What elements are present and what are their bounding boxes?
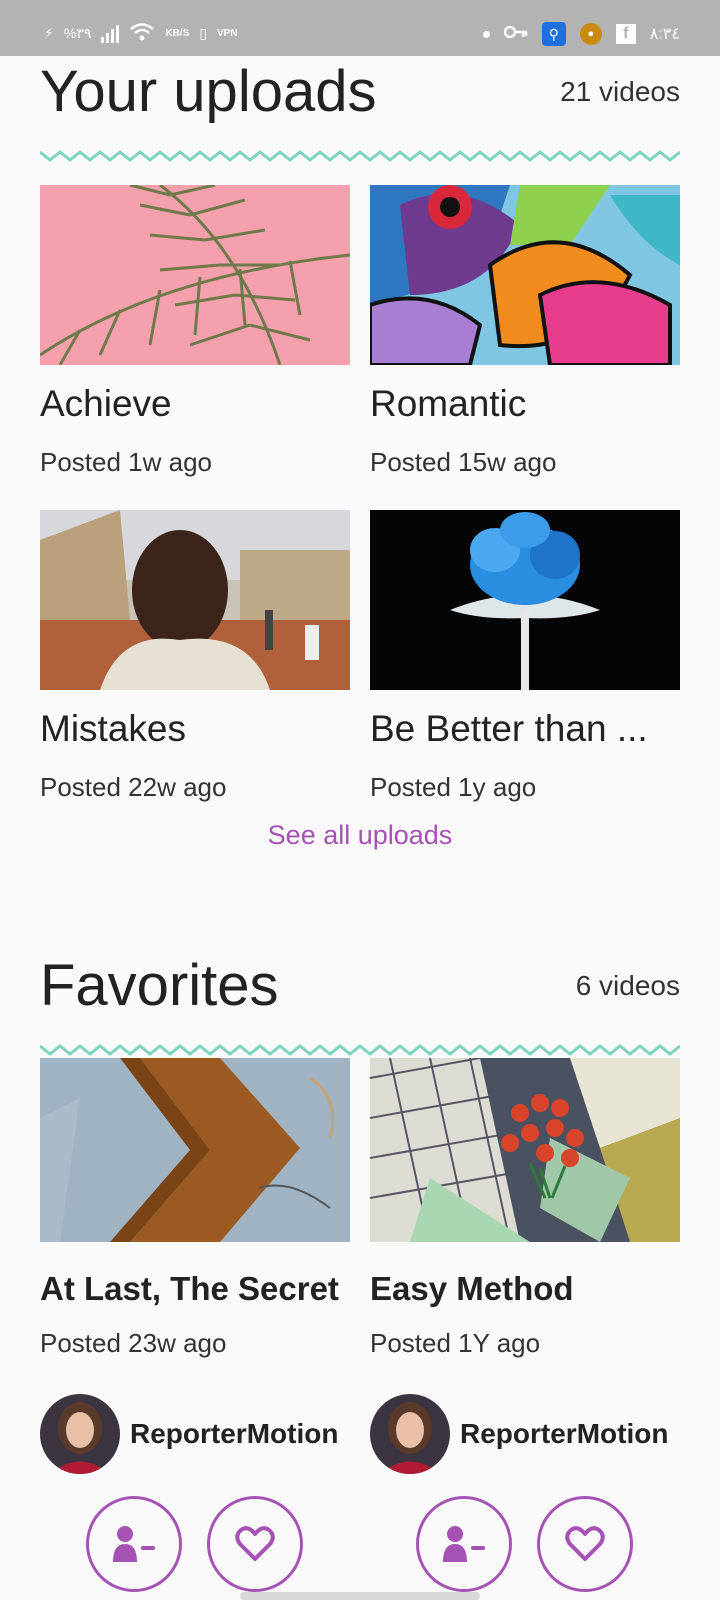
video-thumbnail[interactable]: [40, 185, 350, 365]
video-thumbnail[interactable]: [370, 1058, 680, 1242]
favorites-zigzag-divider: [40, 1044, 680, 1056]
author-name[interactable]: ReporterMotion: [130, 1418, 338, 1450]
see-all-uploads-link[interactable]: See all uploads: [0, 820, 720, 851]
notification-dot-icon: [482, 30, 490, 38]
speed-unit: KB/S: [165, 28, 190, 39]
favorite-button[interactable]: [207, 1496, 303, 1592]
status-left: ⚡ %٣٩ KB/S ▯ VPN: [44, 22, 238, 45]
unfollow-icon: [113, 1526, 155, 1562]
video-thumbnail[interactable]: [40, 510, 350, 690]
unfollow-icon: [443, 1526, 485, 1562]
vibrate-icon: ▯: [199, 25, 207, 41]
usb-icon: ⚲: [541, 22, 566, 46]
video-posted-date: Posted 1y ago: [370, 772, 537, 802]
facebook-icon: f: [615, 24, 636, 44]
upload-card-be-better[interactable]: Be Better than ... Posted 1y ago: [370, 510, 680, 802]
charging-icon: ⚡: [44, 25, 54, 41]
video-title[interactable]: Achieve: [40, 383, 350, 425]
author-row[interactable]: ReporterMotion: [370, 1394, 668, 1474]
wifi-icon: [129, 22, 155, 45]
video-posted-date: Posted 15w ago: [370, 447, 557, 477]
upload-card-achieve[interactable]: Achieve Posted 1w ago: [40, 185, 350, 477]
signal-icon: [101, 24, 120, 43]
video-title[interactable]: Mistakes: [40, 708, 350, 750]
upload-card-romantic[interactable]: Romantic Posted 15w ago: [370, 185, 680, 477]
unfollow-button[interactable]: [416, 1496, 512, 1592]
avatar[interactable]: [40, 1394, 120, 1474]
heart-icon: [235, 1526, 275, 1561]
video-posted-date: Posted 1w ago: [40, 447, 213, 477]
author-name[interactable]: ReporterMotion: [460, 1418, 668, 1450]
heart-icon: [565, 1526, 605, 1561]
status-right: ⚲ ● f ٨:٣٤: [482, 22, 680, 46]
avatar[interactable]: [370, 1394, 450, 1474]
uploads-zigzag-divider: [40, 150, 680, 162]
home-indicator[interactable]: [240, 1592, 480, 1600]
video-title[interactable]: Romantic: [370, 383, 680, 425]
video-posted-date: Posted 22w ago: [40, 772, 227, 802]
favorite-card-at-last[interactable]: At Last, The Secret Posted 23w ago: [40, 1058, 350, 1358]
video-title[interactable]: At Last, The Secret: [40, 1270, 350, 1308]
author-row[interactable]: ReporterMotion: [40, 1394, 338, 1474]
favorites-header: Favorites 6 videos: [40, 952, 680, 1019]
key-icon: [503, 25, 528, 44]
favorites-count: 6 videos: [575, 969, 680, 1001]
clock: ٨:٣٤: [649, 26, 680, 43]
favorite-button[interactable]: [537, 1496, 633, 1592]
uploads-title: Your uploads: [40, 59, 377, 124]
video-posted-date: Posted 1Y ago: [370, 1328, 541, 1358]
video-posted-date: Posted 23w ago: [40, 1328, 227, 1358]
upload-card-mistakes[interactable]: Mistakes Posted 22w ago: [40, 510, 350, 802]
vpn-icon: VPN: [216, 28, 238, 39]
favorites-title: Favorites: [40, 953, 279, 1018]
video-thumbnail[interactable]: [370, 510, 680, 690]
uploads-count: 21 videos: [560, 75, 680, 107]
video-title[interactable]: Be Better than ...: [370, 708, 680, 750]
app-coin-icon: ●: [579, 23, 602, 45]
video-thumbnail[interactable]: [370, 185, 680, 365]
status-bar: ⚡ %٣٩ KB/S ▯ VPN ⚲ ● f ٨:٣٤: [0, 0, 720, 56]
battery-percent: %٣٩: [63, 25, 92, 41]
video-thumbnail[interactable]: [40, 1058, 350, 1242]
uploads-header: Your uploads 21 videos: [40, 58, 680, 125]
video-title[interactable]: Easy Method: [370, 1270, 680, 1308]
unfollow-button[interactable]: [86, 1496, 182, 1592]
favorite-card-easy-method[interactable]: Easy Method Posted 1Y ago: [370, 1058, 680, 1358]
